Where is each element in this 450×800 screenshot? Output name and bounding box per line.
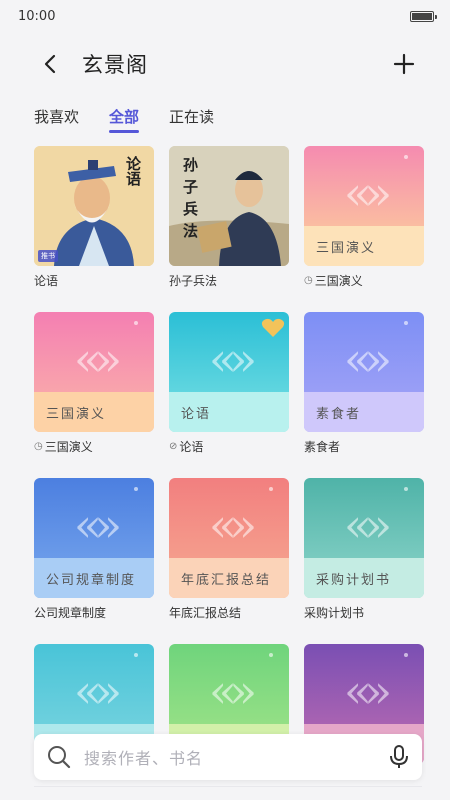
- book-title: ⊘ 论语: [169, 438, 289, 455]
- book-title-text: 孙子兵法: [169, 274, 218, 288]
- book-title-text: 素食者: [304, 440, 341, 454]
- book-card[interactable]: «» 年底汇报总结 年底汇报总结: [169, 478, 289, 621]
- book-cover[interactable]: «» 年底汇报总结: [169, 478, 289, 598]
- book-cover[interactable]: «» 素食者: [304, 312, 424, 432]
- status-time: 10:00: [18, 8, 56, 24]
- book-title: 素食者: [304, 438, 424, 455]
- book-card[interactable]: «» 三国演义 ◷ 三国演义: [304, 146, 424, 289]
- add-button[interactable]: [384, 44, 424, 84]
- quote-mark-icon: «»: [343, 498, 392, 552]
- tab-all[interactable]: 全部: [109, 106, 140, 133]
- plus-icon: [393, 53, 415, 75]
- book-title: 论语: [34, 272, 154, 289]
- divider: [34, 786, 422, 787]
- book-card[interactable]: «» 素食者 素食者: [304, 312, 424, 455]
- recommend-badge: 推书: [38, 250, 58, 262]
- cover-dot: [404, 155, 408, 159]
- quote-mark-icon: «»: [343, 332, 392, 386]
- book-title-text: 三国演义: [314, 274, 363, 288]
- back-button[interactable]: [30, 44, 70, 84]
- clock-icon: ◷: [34, 441, 43, 452]
- chevron-left-icon: [44, 54, 56, 74]
- nav-bar: 玄景阁: [0, 40, 450, 88]
- clock-icon: ◷: [304, 275, 313, 286]
- tab-reading[interactable]: 正在读: [169, 106, 214, 133]
- book-title-text: 年底汇报总结: [169, 606, 242, 620]
- book-title: 公司规章制度: [34, 604, 154, 621]
- quote-mark-icon: «»: [208, 498, 257, 552]
- cover-dot: [134, 487, 138, 491]
- book-cover[interactable]: «» 公司规章制度: [34, 478, 154, 598]
- quote-mark-icon: «»: [208, 664, 257, 718]
- book-card[interactable]: «» 论语 ⊘ 论语: [169, 312, 289, 455]
- book-cover[interactable]: «» 采购计划书: [304, 478, 424, 598]
- heart-icon[interactable]: [261, 318, 285, 342]
- quote-mark-icon: «»: [73, 498, 122, 552]
- book-card[interactable]: «» 采购计划书 采购计划书: [304, 478, 424, 621]
- book-title: ◷ 三国演义: [304, 272, 424, 289]
- book-cover[interactable]: 论语推书: [34, 146, 154, 266]
- cover-dot: [404, 321, 408, 325]
- cover-dot: [404, 653, 408, 657]
- cover-dot: [404, 487, 408, 491]
- book-title-text: 三国演义: [44, 440, 93, 454]
- book-title: ◷ 三国演义: [34, 438, 154, 455]
- quote-mark-icon: «»: [343, 664, 392, 718]
- book-cover[interactable]: «» 论语: [169, 312, 289, 432]
- book-card[interactable]: 论语 推书 论语: [34, 146, 154, 289]
- cover-band-title: 公司规章制度: [34, 558, 154, 598]
- book-title: 采购计划书: [304, 604, 424, 621]
- cover-title: 孙子兵法: [183, 156, 205, 240]
- cover-dot: [269, 653, 273, 657]
- status-bar: 10:00: [0, 0, 450, 32]
- book-title-text: 论语: [179, 440, 204, 454]
- search-bar[interactable]: 搜索作者、书名: [34, 734, 422, 780]
- microphone-icon[interactable]: [388, 744, 410, 770]
- cover-band-title: 三国演义: [304, 226, 424, 266]
- book-title-text: 公司规章制度: [34, 606, 107, 620]
- cover-title: 论语: [124, 156, 142, 186]
- cover-dot: [269, 487, 273, 491]
- quote-mark-icon: «»: [73, 664, 122, 718]
- cover-band-title: 年底汇报总结: [169, 558, 289, 598]
- cover-dot: [134, 321, 138, 325]
- book-card[interactable]: 孙子兵法 孙子兵法: [169, 146, 289, 289]
- tab-favorites[interactable]: 我喜欢: [34, 106, 79, 133]
- book-cover[interactable]: «» 三国演义: [34, 312, 154, 432]
- battery-icon: [410, 10, 437, 22]
- quote-mark-icon: «»: [73, 332, 122, 386]
- cover-band-title: 采购计划书: [304, 558, 424, 598]
- book-title-text: 采购计划书: [304, 606, 365, 620]
- tab-bar: 我喜欢 全部 正在读: [34, 106, 214, 133]
- book-card[interactable]: «» 公司规章制度 公司规章制度: [34, 478, 154, 621]
- book-title: 年底汇报总结: [169, 604, 289, 621]
- check-icon: ⊘: [169, 441, 178, 452]
- book-cover[interactable]: 孙子兵法: [169, 146, 289, 266]
- page-title: 玄景阁: [82, 53, 148, 77]
- book-cover[interactable]: «» 三国演义: [304, 146, 424, 266]
- cover-band-title: 三国演义: [34, 392, 154, 432]
- book-title: 孙子兵法: [169, 272, 289, 289]
- cover-dot: [134, 653, 138, 657]
- cover-band-title: 论语: [169, 392, 289, 432]
- book-title-text: 论语: [34, 274, 59, 288]
- book-card[interactable]: «» 三国演义 ◷ 三国演义: [34, 312, 154, 455]
- cover-band-title: 素食者: [304, 392, 424, 432]
- search-icon: [48, 746, 71, 769]
- quote-mark-icon: «»: [343, 166, 392, 220]
- search-input[interactable]: 搜索作者、书名: [84, 745, 388, 769]
